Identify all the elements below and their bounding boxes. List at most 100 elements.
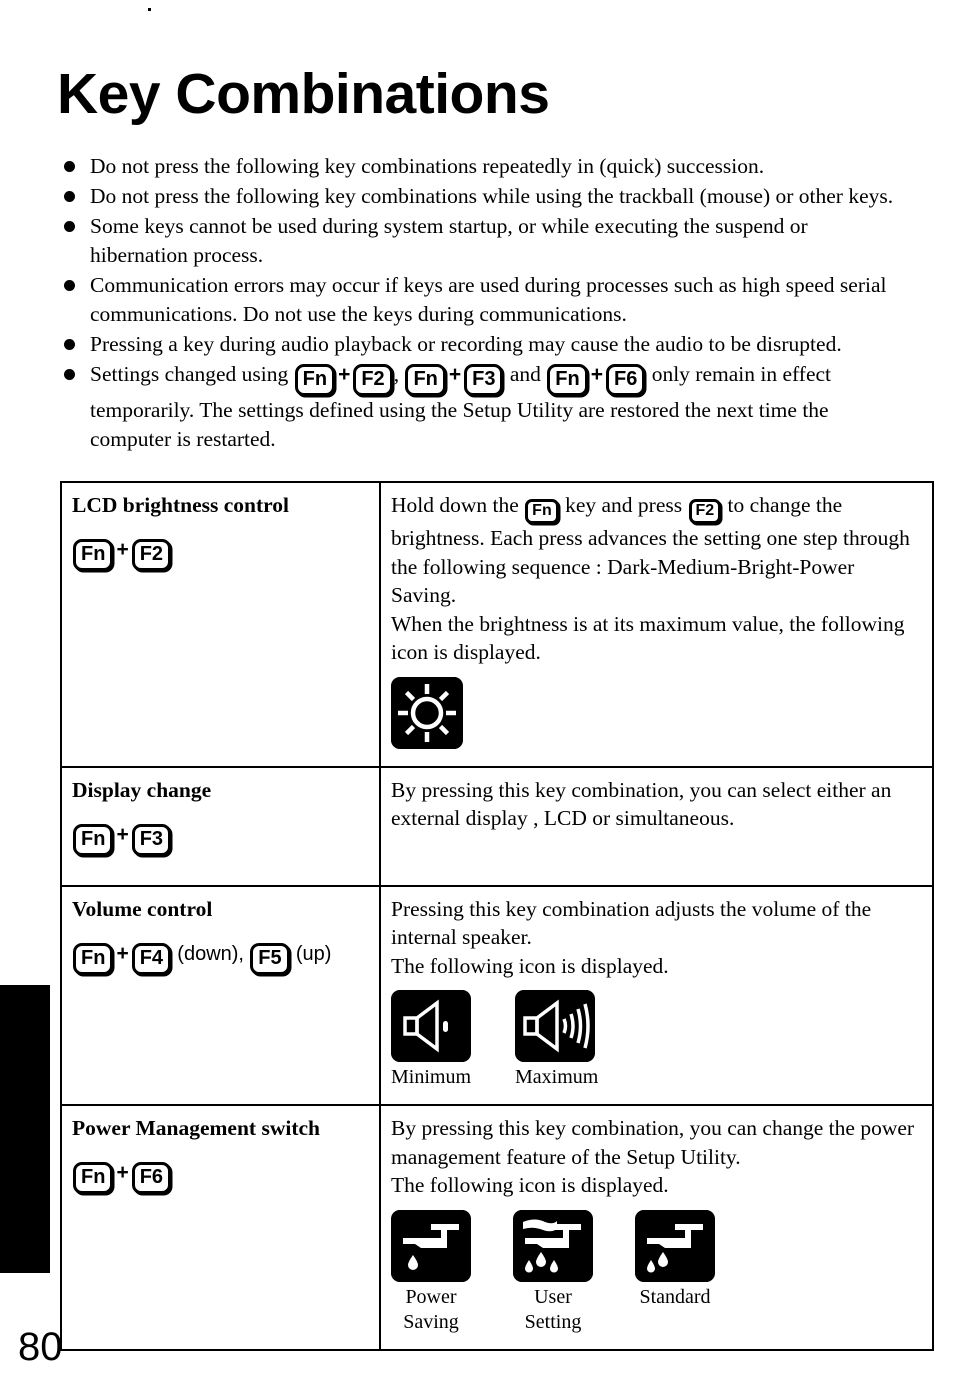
user-setting-icon	[513, 1209, 593, 1282]
icon-caption: Standard	[639, 1285, 711, 1308]
key-combinations-table: LCD brightness control Fn + F2 Hold down t…	[60, 481, 934, 1351]
icon-row: Power Saving User Setting Standard	[391, 1209, 924, 1335]
table-cell-combo: LCD brightness control Fn + F2	[60, 481, 381, 768]
note-item: Pressing a key during audio playback or …	[60, 330, 905, 359]
combo-keys: Fn + F3	[72, 819, 379, 856]
note-item-key-combinations: Settings changed using Fn + F2, Fn + F3 and …	[60, 360, 905, 454]
plus-sign: +	[338, 363, 351, 386]
description-text: By pressing this key combination, you ca…	[391, 1116, 915, 1169]
bullet-icon	[64, 369, 75, 380]
plus-sign: +	[116, 822, 129, 846]
note-text-prefix: Settings changed using	[90, 362, 294, 386]
plus-sign: +	[116, 538, 129, 561]
note-text: Communication errors may occur if keys a…	[90, 273, 887, 326]
note-item: Some keys cannot be used during system s…	[60, 212, 905, 270]
bullet-icon	[64, 280, 75, 291]
icon-caption: Power Saving	[403, 1285, 459, 1333]
note-item: Communication errors may occur if keys a…	[60, 271, 905, 329]
keycap-f4: F4	[131, 942, 172, 975]
scan-artifact-speck	[148, 8, 151, 11]
description-text: By pressing this key combination, you ca…	[391, 777, 892, 831]
page-title: Key Combinations	[57, 62, 550, 127]
note-text: Do not press the following key combinati…	[90, 154, 765, 178]
description-text: Pressing this key combination adjusts th…	[391, 896, 872, 950]
icon-block	[391, 676, 463, 752]
icon-caption: Maximum	[515, 1066, 599, 1088]
plus-sign: +	[116, 941, 129, 965]
table-row: Display change Fn + F3 By pressing this ke…	[60, 765, 934, 887]
icon-block: Maximum	[515, 990, 598, 1090]
keycap-f6: F6	[131, 1162, 172, 1194]
icon-row: Minimum Maximum	[391, 990, 924, 1090]
description-text-line2: The following icon is displayed.	[391, 953, 669, 978]
icon-block: Power Saving	[391, 1209, 471, 1335]
plus-sign: +	[448, 363, 462, 386]
note-item: Do not press the following key combinati…	[60, 152, 905, 181]
keycap-f3: F3	[464, 364, 504, 396]
icon-row	[391, 676, 924, 752]
desc-middle: key and press	[559, 493, 688, 517]
plus-sign: +	[116, 1161, 129, 1184]
volume-maximum-icon	[515, 990, 596, 1062]
keycap-fn: Fn	[525, 499, 559, 524]
note-text: Pressing a key during audio playback or …	[90, 332, 842, 356]
notes-list: Do not press the following key combinati…	[60, 152, 905, 455]
volume-minimum-icon	[391, 990, 471, 1062]
keycap-fn: Fn	[405, 364, 446, 396]
bullet-icon	[64, 161, 75, 172]
brightness-max-icon	[391, 676, 463, 749]
table-cell-combo: Volume control Fn + F4 (down), F5 (up)	[60, 884, 381, 1106]
keycap-fn: Fn	[73, 539, 114, 571]
combo-title: Display change	[72, 777, 212, 802]
keycap-f2: F2	[131, 539, 172, 571]
keycap-fn: Fn	[73, 942, 114, 975]
page-edge-tab-marker	[0, 985, 50, 1273]
table-cell-description: By pressing this key combination, you ca…	[379, 1104, 934, 1351]
note-text: Some keys cannot be used during system s…	[90, 214, 808, 267]
icon-caption: Minimum	[391, 1066, 472, 1088]
combo-keys: Fn + F2	[72, 534, 379, 571]
table-cell-combo: Power Management switch Fn + F6	[60, 1104, 381, 1351]
bullet-icon	[64, 191, 75, 202]
combo-keys: Fn + F4 (down), F5 (up)	[72, 938, 379, 975]
separator-and: and	[509, 362, 541, 386]
power-saving-icon	[391, 1209, 471, 1282]
keycap-f3: F3	[131, 823, 172, 856]
table-row: Power Management switch Fn + F6 By pressin…	[60, 1104, 934, 1351]
table-row: Volume control Fn + F4 (down), F5 (up) Pre…	[60, 884, 934, 1106]
description-text: Hold down the Fn key and press F2 to cha…	[391, 491, 924, 610]
combo-title: Power Management switch	[72, 1116, 320, 1140]
plus-sign: +	[590, 363, 603, 386]
note-item: Do not press the following key combinati…	[60, 182, 905, 211]
table-cell-combo: Display change Fn + F3	[60, 765, 381, 887]
table-cell-description: Hold down the Fn key and press F2 to cha…	[379, 481, 934, 768]
label-volume-down: (down),	[177, 942, 244, 965]
label-volume-up: (up)	[295, 942, 332, 965]
keycap-fn: Fn	[547, 364, 588, 396]
bullet-icon	[64, 339, 75, 350]
icon-caption: User Setting	[524, 1285, 582, 1333]
bullet-icon	[64, 221, 75, 232]
separator-comma: ,	[393, 362, 400, 386]
keycap-f2: F2	[353, 364, 393, 396]
combo-title: Volume control	[72, 896, 213, 921]
combo-title: LCD brightness control	[72, 493, 290, 517]
page-number: 80	[18, 1325, 63, 1369]
desc-prefix: Hold down the	[391, 493, 525, 517]
keycap-f2: F2	[688, 499, 722, 524]
note-text: Do not press the following key combinati…	[90, 184, 894, 208]
keycap-fn: Fn	[73, 823, 114, 856]
keycap-f5: F5	[250, 942, 290, 975]
table-row: LCD brightness control Fn + F2 Hold down t…	[60, 481, 934, 768]
icon-block: User Setting	[513, 1209, 593, 1335]
keycap-fn: Fn	[73, 1162, 114, 1194]
description-text-line2: When the brightness is at its maximum va…	[391, 611, 905, 665]
standard-icon	[635, 1209, 715, 1282]
description-text-line2: The following icon is displayed.	[391, 1173, 669, 1197]
icon-block: Standard	[635, 1209, 715, 1310]
cell-spacer	[391, 833, 924, 871]
keycap-f6: F6	[605, 364, 646, 396]
icon-block: Minimum	[391, 990, 471, 1090]
table-cell-description: By pressing this key combination, you ca…	[379, 765, 934, 887]
table-cell-description: Pressing this key combination adjusts th…	[379, 884, 934, 1106]
